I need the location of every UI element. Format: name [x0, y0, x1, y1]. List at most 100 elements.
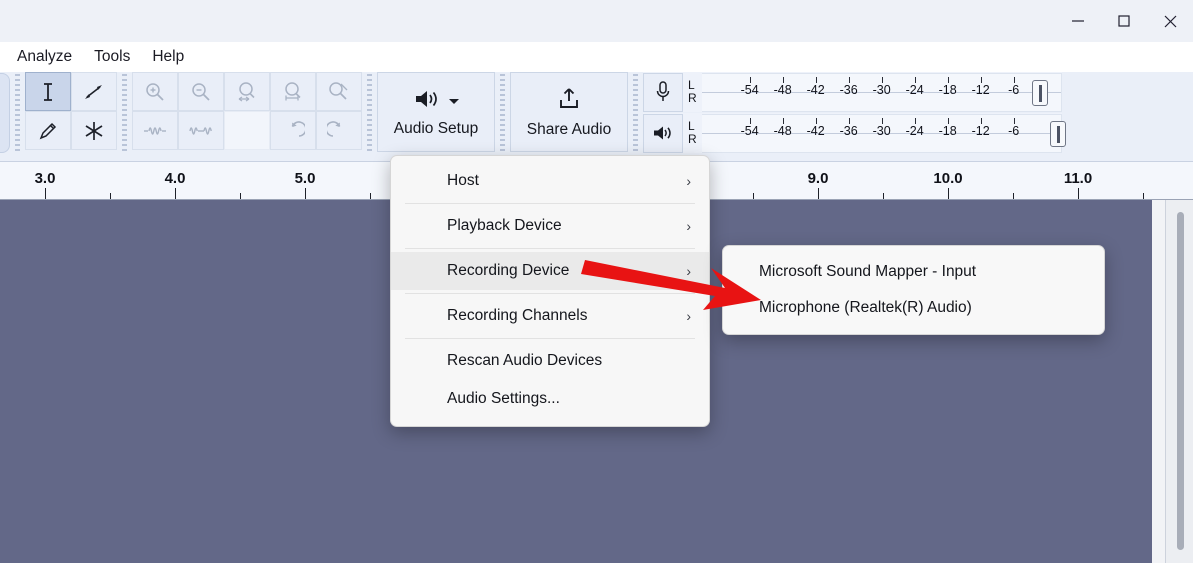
draw-tool-icon[interactable]: [25, 111, 71, 150]
menu-item-host[interactable]: Host ›: [391, 162, 709, 200]
blank-slot: [224, 111, 270, 150]
title-bar: [0, 0, 1193, 42]
redo-icon[interactable]: [316, 111, 362, 150]
ruler-major-tick: [305, 188, 306, 199]
menu-separator: [405, 338, 695, 339]
chevron-right-icon: ›: [686, 173, 691, 189]
ruler-major-tick: [1078, 188, 1079, 199]
ruler-major-tick: [818, 188, 819, 199]
chevron-down-icon: [448, 92, 460, 110]
meter-tick-label: -6: [1008, 82, 1020, 97]
menu-item-label: Rescan Audio Devices: [447, 352, 603, 369]
menu-item-label: Recording Channels: [447, 307, 588, 324]
meter-tick-label: -18: [938, 82, 957, 97]
share-audio-label: Share Audio: [526, 120, 612, 138]
canvas-right-margin: [1152, 200, 1165, 563]
meter-tick-label: -12: [971, 123, 990, 138]
recording-meter-scale[interactable]: -54 -48 -42 -36 -30 -24 -18 -12 -6: [701, 72, 1062, 112]
menubar-item-analyze[interactable]: Analyze: [6, 45, 83, 69]
recording-device-submenu: Microsoft Sound Mapper - Input Microphon…: [722, 245, 1105, 335]
menubar-item-tools[interactable]: Tools: [83, 45, 141, 69]
toolbar-grabber-share[interactable]: [498, 74, 507, 152]
edit-toolbar: [132, 72, 362, 150]
audio-setup-label: Audio Setup: [393, 119, 479, 137]
menu-item-playback-device[interactable]: Playback Device ›: [391, 207, 709, 245]
audacity-window: Analyze Tools Help Audio Setup Share Aud…: [0, 0, 1193, 563]
menu-item-label: Audio Settings...: [447, 390, 560, 407]
meter-tick-label: -48: [773, 82, 792, 97]
meter-tick-label: -12: [971, 82, 990, 97]
zoom-toggle-icon[interactable]: [316, 72, 362, 111]
toolbar-grabber-tools[interactable]: [13, 74, 22, 152]
silence-audio-icon[interactable]: [178, 111, 224, 150]
meter-tick-label: -30: [872, 82, 891, 97]
multi-tool-icon[interactable]: [71, 111, 117, 150]
ruler-major-tick: [948, 188, 949, 199]
playback-level-slider[interactable]: [1049, 120, 1066, 147]
meter-tick-label: -18: [938, 123, 957, 138]
zoom-in-icon[interactable]: [132, 72, 178, 111]
ruler-label: 4.0: [164, 170, 186, 187]
chevron-right-icon: ›: [686, 218, 691, 234]
meter-tick-label: -36: [839, 123, 858, 138]
meter-tick-label: -42: [806, 123, 825, 138]
recording-meter-channels: L R: [683, 73, 702, 112]
toolbar-grabber-meters[interactable]: [631, 74, 640, 152]
zoom-out-icon[interactable]: [178, 72, 224, 111]
undo-icon[interactable]: [270, 111, 316, 150]
meter-tick-label: -42: [806, 82, 825, 97]
meter-tick-label: -54: [740, 82, 759, 97]
toolbar-grabber-edit[interactable]: [120, 74, 129, 152]
transport-button-partial[interactable]: [0, 73, 10, 153]
ruler-major-tick: [175, 188, 176, 199]
minimize-button[interactable]: [1055, 0, 1101, 42]
ruler-label: 11.0: [1063, 170, 1093, 187]
playback-meter-channels: L R: [683, 114, 702, 153]
ruler-label: 5.0: [294, 170, 316, 187]
menubar-item-help[interactable]: Help: [141, 45, 195, 69]
microphone-icon[interactable]: [643, 72, 683, 112]
submenu-item-sound-mapper[interactable]: Microsoft Sound Mapper - Input: [723, 254, 1104, 290]
playback-meter[interactable]: L R -54 -48 -42 -36 -30 -24 -18 -12 -6: [643, 113, 1066, 153]
meter-tick-label: -6: [1008, 123, 1020, 138]
menu-bar: Analyze Tools Help: [0, 42, 1193, 72]
fit-project-icon[interactable]: [270, 72, 316, 111]
speaker-icon: [413, 87, 443, 116]
audio-setup-button[interactable]: Audio Setup: [377, 72, 495, 152]
upload-icon: [555, 86, 583, 117]
close-button[interactable]: [1147, 0, 1193, 42]
submenu-item-microphone-realtek[interactable]: Microphone (Realtek(R) Audio): [723, 290, 1104, 326]
toolbar-grabber-audiosetup[interactable]: [365, 74, 374, 152]
meter-toolbars: L R -54 -48 -42 -36 -30 -24 -18 -12 -6 L…: [643, 72, 1066, 153]
recording-level-slider[interactable]: [1031, 79, 1048, 106]
playback-meter-scale[interactable]: -54 -48 -42 -36 -30 -24 -18 -12 -6: [701, 113, 1066, 153]
maximize-button[interactable]: [1101, 0, 1147, 42]
menu-item-audio-settings[interactable]: Audio Settings...: [391, 380, 709, 418]
menu-item-rescan-audio-devices[interactable]: Rescan Audio Devices: [391, 342, 709, 380]
share-audio-button[interactable]: Share Audio: [510, 72, 628, 152]
meter-tick-label: -48: [773, 123, 792, 138]
fit-selection-icon[interactable]: [224, 72, 270, 111]
meter-tick-label: -54: [740, 123, 759, 138]
trim-audio-icon[interactable]: [132, 111, 178, 150]
meter-tick-label: -24: [905, 123, 924, 138]
meter-tick-label: -24: [905, 82, 924, 97]
ruler-label: 3.0: [34, 170, 56, 187]
envelope-tool-icon[interactable]: [71, 72, 117, 111]
ruler-label: 9.0: [807, 170, 829, 187]
channel-r-label: R: [688, 91, 697, 105]
red-arrow: [575, 248, 775, 318]
selection-tool-icon[interactable]: [25, 72, 71, 111]
vertical-scrollbar[interactable]: [1165, 200, 1193, 563]
meter-tick-label: -30: [872, 123, 891, 138]
ruler-label: 10.0: [933, 170, 963, 187]
vertical-scrollbar-thumb[interactable]: [1177, 212, 1184, 550]
recording-meter[interactable]: L R -54 -48 -42 -36 -30 -24 -18 -12 -6: [643, 72, 1062, 112]
menu-separator: [405, 203, 695, 204]
menu-item-label: Host: [447, 172, 479, 189]
ruler-major-tick: [45, 188, 46, 199]
speaker-meter-icon[interactable]: [643, 113, 683, 153]
tools-toolbar: [25, 72, 117, 150]
menu-item-label: Playback Device: [447, 217, 562, 234]
meter-tick-label: -36: [839, 82, 858, 97]
